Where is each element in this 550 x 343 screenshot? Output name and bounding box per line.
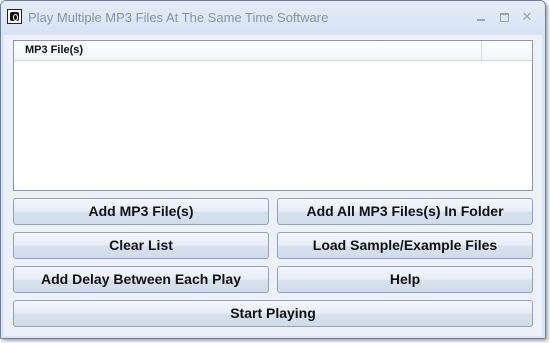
help-button[interactable]: Help — [277, 266, 533, 293]
client-area: MP3 File(s) Add MP3 File(s) Add All MP3 … — [4, 35, 542, 336]
list-header: MP3 File(s) — [14, 41, 532, 61]
title-bar[interactable]: Play Multiple MP3 Files At The Same Time… — [1, 1, 545, 35]
clear-list-button[interactable]: Clear List — [13, 232, 269, 259]
add-mp3-files-button[interactable]: Add MP3 File(s) — [13, 198, 269, 225]
load-sample-files-button[interactable]: Load Sample/Example Files — [277, 232, 533, 259]
add-folder-button[interactable]: Add All MP3 Files(s) In Folder — [277, 198, 533, 225]
maximize-icon — [499, 13, 509, 23]
minimize-icon — [477, 18, 485, 21]
add-delay-button[interactable]: Add Delay Between Each Play — [13, 266, 269, 293]
window-title: Play Multiple MP3 Files At The Same Time… — [28, 10, 329, 25]
app-window: Play Multiple MP3 Files At The Same Time… — [0, 0, 546, 339]
close-button[interactable]: ✕ — [518, 9, 536, 25]
maximize-button[interactable] — [495, 9, 513, 25]
mp3-file-list[interactable]: MP3 File(s) — [13, 40, 533, 191]
app-icon — [7, 9, 22, 24]
start-playing-button[interactable]: Start Playing — [13, 300, 533, 327]
column-header-mp3-files[interactable]: MP3 File(s) — [14, 41, 482, 60]
minimize-button[interactable] — [472, 9, 490, 25]
